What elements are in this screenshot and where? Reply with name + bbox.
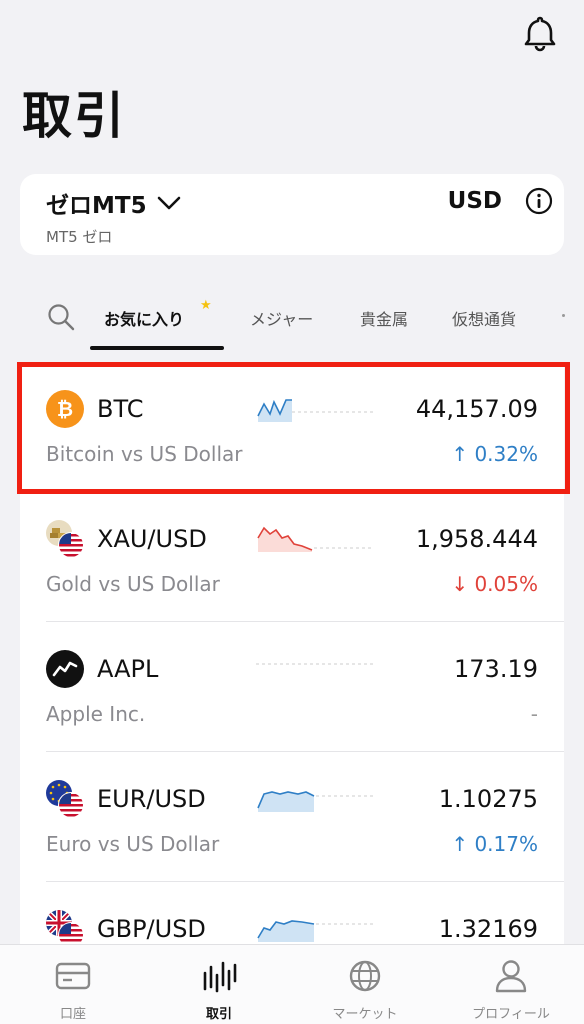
nav-label: プロフィール bbox=[472, 1007, 550, 1022]
tab-favorites[interactable]: お気に入り bbox=[104, 306, 184, 330]
instrument-description: Euro vs US Dollar bbox=[46, 832, 220, 856]
page-title: 取引 bbox=[22, 87, 126, 145]
instrument-price: 173.19 bbox=[454, 655, 538, 683]
person-icon bbox=[495, 960, 527, 993]
list-item[interactable]: GBP/USD 1.32169 bbox=[20, 882, 564, 952]
eur-usd-flag-icon bbox=[46, 780, 84, 818]
wallet-icon bbox=[55, 962, 91, 990]
star-icon: ★ bbox=[200, 298, 212, 313]
price-change: ↑ 0.17% bbox=[451, 832, 538, 856]
tab-precious-metals[interactable]: 貴金属 bbox=[360, 306, 408, 330]
instrument-symbol: EUR/USD bbox=[97, 785, 206, 813]
chevron-down-icon bbox=[157, 196, 180, 210]
nav-markets[interactable]: マーケット bbox=[292, 945, 438, 1024]
instrument-description: Bitcoin vs US Dollar bbox=[46, 442, 243, 466]
category-tabs: お気に入り ★ メジャー 貴金属 仮想通貨 bbox=[20, 292, 584, 352]
instrument-list: ₿ BTC 44,157.09 Bitcoin vs US Dollar ↑ 0… bbox=[20, 362, 564, 952]
instrument-description: Apple Inc. bbox=[46, 702, 146, 726]
list-item[interactable]: ₿ BTC 44,157.09 Bitcoin vs US Dollar ↑ 0… bbox=[20, 362, 564, 492]
instrument-description: Gold vs US Dollar bbox=[46, 572, 220, 596]
instrument-symbol: AAPL bbox=[97, 655, 159, 683]
nav-label: 取引 bbox=[205, 1007, 232, 1022]
price-change: ↓ 0.05% bbox=[451, 572, 538, 596]
bitcoin-icon: ₿ bbox=[46, 390, 84, 428]
gold-usd-flag-icon bbox=[46, 520, 84, 558]
search-icon[interactable] bbox=[46, 302, 76, 332]
account-name-label: ゼロMT5 bbox=[46, 193, 147, 219]
list-item[interactable]: AAPL 173.19 Apple Inc. - bbox=[20, 622, 564, 752]
price-change: - bbox=[530, 702, 538, 726]
globe-icon bbox=[349, 960, 381, 992]
account-currency: USD bbox=[447, 188, 502, 214]
tab-crypto[interactable]: 仮想通貨 bbox=[452, 306, 516, 330]
instrument-price: 44,157.09 bbox=[415, 395, 538, 423]
instrument-symbol: GBP/USD bbox=[97, 915, 206, 943]
tab-majors[interactable]: メジャー bbox=[250, 306, 313, 330]
sparkline-chart bbox=[256, 663, 374, 665]
nav-label: 口座 bbox=[59, 1007, 86, 1022]
instrument-price: 1.10275 bbox=[438, 785, 538, 813]
chart-bars-icon bbox=[203, 961, 237, 993]
gbp-usd-flag-icon bbox=[46, 910, 84, 948]
instrument-symbol: XAU/USD bbox=[97, 525, 207, 553]
instrument-price: 1.32169 bbox=[438, 915, 538, 943]
tab-overflow-indicator bbox=[562, 314, 565, 317]
price-change: ↑ 0.32% bbox=[451, 442, 538, 466]
svg-text:₿: ₿ bbox=[57, 397, 73, 421]
account-subtitle: MT5 ゼロ bbox=[46, 228, 113, 246]
nav-account[interactable]: 口座 bbox=[0, 945, 146, 1024]
sparkline-chart bbox=[257, 791, 374, 812]
nav-trade[interactable]: 取引 bbox=[146, 945, 292, 1024]
instrument-symbol: BTC bbox=[97, 395, 144, 423]
bottom-nav: 口座 取引 マーケット プロフィール bbox=[0, 944, 584, 1024]
sparkline-chart bbox=[257, 399, 374, 422]
account-selector-card[interactable]: ゼロMT5 MT5 ゼロ USD bbox=[20, 174, 564, 255]
nav-profile[interactable]: プロフィール bbox=[438, 945, 584, 1024]
active-tab-indicator bbox=[90, 346, 224, 350]
list-item[interactable]: XAU/USD 1,958.444 Gold vs US Dollar ↓ 0.… bbox=[20, 492, 564, 622]
list-item[interactable]: EUR/USD 1.10275 Euro vs US Dollar ↑ 0.17… bbox=[20, 752, 564, 882]
instrument-price: 1,958.444 bbox=[415, 525, 538, 553]
bell-icon[interactable] bbox=[518, 14, 562, 52]
sparkline-chart bbox=[257, 526, 374, 552]
sparkline-chart bbox=[257, 920, 374, 942]
stock-trend-icon bbox=[46, 650, 84, 688]
info-icon[interactable] bbox=[524, 186, 554, 216]
nav-label: マーケット bbox=[332, 1007, 398, 1022]
account-name[interactable]: ゼロMT5 bbox=[46, 186, 181, 220]
